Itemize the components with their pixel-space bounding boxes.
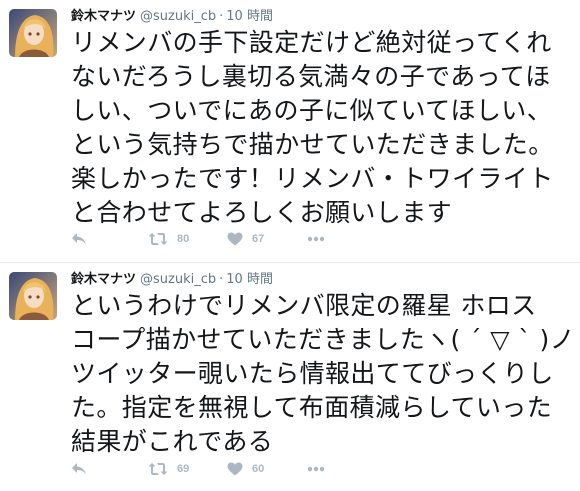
tweet-header: 鈴木マナツ @suzuki_cb · 10 時間: [71, 270, 273, 290]
tweet-text: リメンバの手下設定だけど絶対従ってくれ ないだろうし裏切る気満々の子であってほ …: [71, 28, 554, 227]
retweet-icon: [148, 462, 168, 476]
heart-icon: [227, 462, 243, 476]
timestamp[interactable]: 10 時間: [226, 272, 273, 287]
more-button[interactable]: [307, 459, 325, 479]
retweet-icon: [148, 232, 168, 246]
retweet-button[interactable]: 80: [148, 229, 189, 249]
more-button[interactable]: [307, 229, 325, 249]
avatar[interactable]: [9, 272, 57, 320]
tweet[interactable]: 鈴木マナツ @suzuki_cb · 10 時間 というわけでリメンバ限定の羅星 ホロ…: [0, 263, 580, 491]
like-button[interactable]: 67: [227, 229, 264, 249]
user-handle[interactable]: @suzuki_cb: [140, 272, 216, 287]
reply-button[interactable]: [71, 229, 87, 249]
tweet[interactable]: 鈴木マナツ @suzuki_cb · 10 時間 リメンバの手下設定だけど絶対従ってく…: [0, 0, 580, 262]
tweet-text: というわけでリメンバ限定の羅星 ホロス コープ描かせていただきましたヽ( ´ ▽…: [71, 291, 576, 456]
reply-icon: [71, 462, 87, 476]
display-name[interactable]: 鈴木マナツ: [71, 272, 136, 287]
tweet-header: 鈴木マナツ @suzuki_cb · 10 時間: [71, 7, 273, 27]
retweet-count: 80: [177, 233, 190, 245]
retweet-count: 69: [177, 463, 190, 475]
reply-button[interactable]: [71, 459, 87, 479]
heart-icon: [227, 232, 243, 246]
user-handle[interactable]: @suzuki_cb: [140, 9, 216, 24]
reply-icon: [71, 232, 87, 246]
display-name[interactable]: 鈴木マナツ: [71, 9, 136, 24]
timestamp[interactable]: 10 時間: [226, 9, 273, 24]
like-count: 67: [252, 233, 265, 245]
like-count: 60: [252, 463, 265, 475]
more-icon: [307, 466, 325, 472]
separator-dot: ·: [219, 9, 224, 24]
separator-dot: ·: [219, 272, 224, 287]
avatar[interactable]: [9, 9, 57, 57]
more-icon: [307, 236, 325, 242]
retweet-button[interactable]: 69: [148, 459, 189, 479]
like-button[interactable]: 60: [227, 459, 264, 479]
